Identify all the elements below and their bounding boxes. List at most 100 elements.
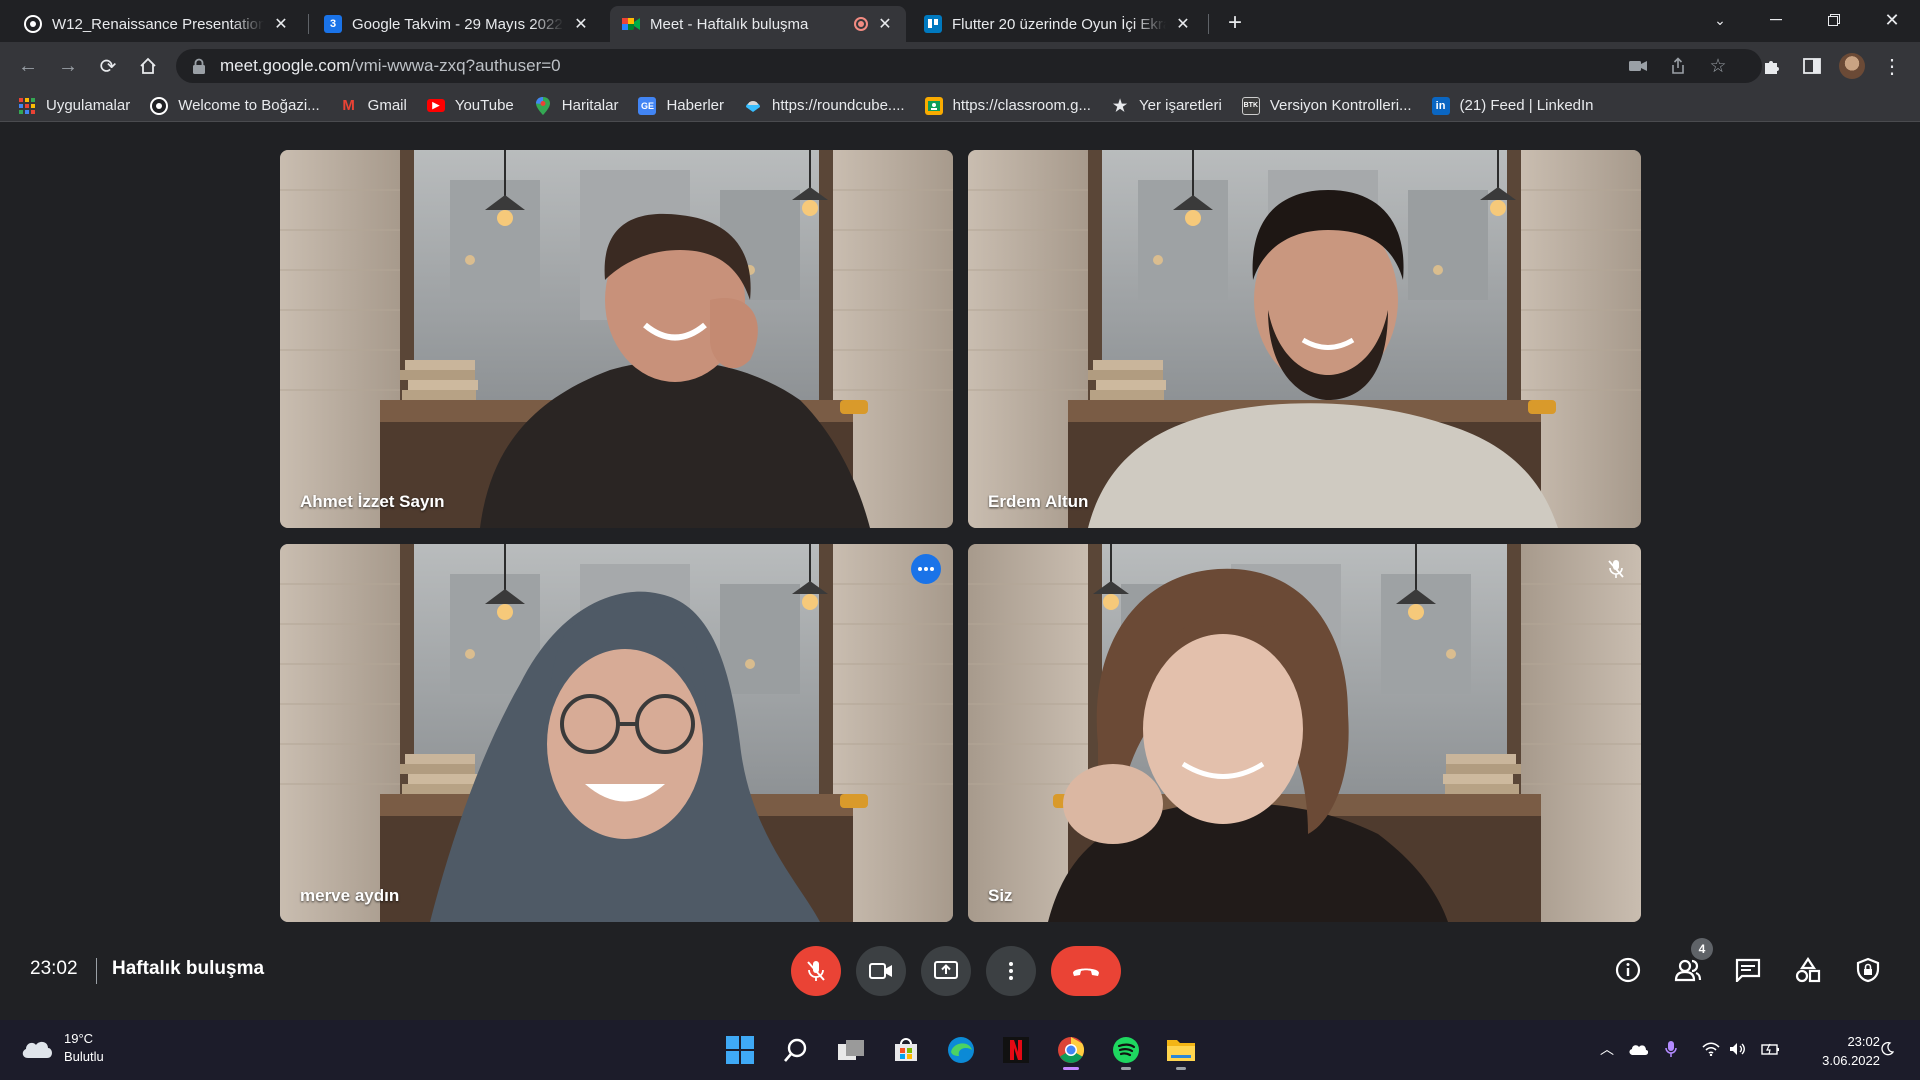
linkedin-icon: in <box>1431 96 1450 115</box>
taskbar-spotify[interactable] <box>1106 1030 1146 1070</box>
close-window-button[interactable]: ✕ <box>1864 0 1920 40</box>
participant-name: Erdem Altun <box>988 492 1089 511</box>
video-feed <box>968 544 1641 922</box>
taskbar-netflix[interactable] <box>996 1030 1036 1070</box>
focus-moon-icon[interactable] <box>1876 1038 1898 1060</box>
close-tab-icon[interactable]: ✕ <box>1174 15 1192 33</box>
tab-search-chevron-icon[interactable]: ⌄ <box>1692 0 1748 40</box>
bookmark-label: Haritalar <box>561 97 619 114</box>
close-tab-icon[interactable]: ✕ <box>572 15 590 33</box>
participant-tile-ahmet[interactable]: Ahmet İzzet Sayın <box>280 150 953 528</box>
google-news-icon: GE <box>638 96 657 115</box>
taskbar-file-explorer[interactable] <box>1161 1030 1201 1070</box>
spotify-icon <box>1113 1037 1139 1063</box>
taskbar-store[interactable] <box>886 1030 926 1070</box>
share-icon[interactable] <box>1668 56 1688 76</box>
shield-lock-icon <box>1856 957 1880 983</box>
bookmark-linkedin[interactable]: in (21) Feed | LinkedIn <box>1431 96 1594 115</box>
tab-title: Flutter 20 üzerinde Oyun İçi Ekran <box>952 15 1166 33</box>
bookmark-versiyon[interactable]: BTK Versiyon Kontrolleri... <box>1241 96 1412 115</box>
host-controls-button[interactable] <box>1848 950 1888 990</box>
url-path: /vmi-wwwa-zxq?authuser=0 <box>350 56 561 75</box>
google-meet-icon <box>622 15 640 33</box>
bookmark-bogazici[interactable]: Welcome to Boğazi... <box>150 96 320 115</box>
mic-off-icon <box>807 961 825 981</box>
minimize-button[interactable] <box>1748 0 1804 40</box>
weather-widget[interactable]: 19°C Bulutlu <box>20 1030 104 1066</box>
people-icon <box>1674 959 1702 982</box>
restore-button[interactable] <box>1806 0 1862 40</box>
star-icon: ★ <box>1112 97 1128 115</box>
chat-button[interactable] <box>1728 950 1768 990</box>
bookmark-apps[interactable]: Uygulamalar <box>18 97 130 115</box>
taskbar-search-button[interactable] <box>776 1030 816 1070</box>
bookmark-label: (21) Feed | LinkedIn <box>1459 97 1594 114</box>
wifi-icon[interactable] <box>1700 1038 1722 1060</box>
bookmark-star-icon[interactable]: ☆ <box>1708 56 1728 77</box>
bookmark-label: YouTube <box>454 97 514 114</box>
new-tab-button[interactable]: + <box>1220 8 1250 38</box>
tab-title: Meet - Haftalık buluşma <box>650 15 809 33</box>
profile-avatar[interactable] <box>1836 50 1868 82</box>
leave-call-button[interactable] <box>1051 946 1121 996</box>
camera-toggle-button[interactable] <box>856 946 906 996</box>
more-options-button[interactable] <box>986 946 1036 996</box>
meeting-details-button[interactable] <box>1608 950 1648 990</box>
taskbar-edge[interactable] <box>941 1030 981 1070</box>
running-indicator <box>1121 1067 1131 1070</box>
microphone-toggle-button[interactable] <box>791 946 841 996</box>
browser-toolbar: ← → ⟳ meet.google.com/vmi-wwwa-zxq?authu… <box>0 42 1920 90</box>
task-view-button[interactable] <box>831 1030 871 1070</box>
google-maps-icon <box>534 96 552 115</box>
participant-tile-self[interactable]: Siz <box>968 544 1641 922</box>
system-clock[interactable]: 23:02 3.06.2022 <box>1796 1032 1880 1070</box>
start-button[interactable] <box>720 1030 760 1070</box>
bookmark-gmail[interactable]: M Gmail <box>340 97 406 115</box>
bookmark-classroom[interactable]: https://classroom.g... <box>924 96 1091 115</box>
participant-count-badge: 4 <box>1691 938 1713 960</box>
address-bar[interactable]: meet.google.com/vmi-wwwa-zxq?authuser=0 … <box>176 49 1762 83</box>
microphone-in-use-icon[interactable] <box>1660 1038 1682 1060</box>
apps-grid-icon <box>18 97 36 115</box>
call-controls-bar: 23:02 Haftalık buluşma 4 <box>0 928 1920 1014</box>
divider <box>96 958 97 984</box>
present-screen-button[interactable] <box>921 946 971 996</box>
tab-trello[interactable]: Flutter 20 üzerinde Oyun İçi Ekran ✕ <box>912 6 1204 42</box>
extensions-puzzle-icon[interactable] <box>1756 50 1788 82</box>
side-panel-icon[interactable] <box>1796 50 1828 82</box>
activities-button[interactable] <box>1788 950 1828 990</box>
browser-menu-icon[interactable]: ⋮ <box>1876 50 1908 82</box>
volume-icon[interactable] <box>1727 1038 1749 1060</box>
info-icon <box>1615 957 1641 983</box>
participant-tile-erdem[interactable]: Erdem Altun <box>968 150 1641 528</box>
back-arrow-icon[interactable]: ← <box>12 50 44 82</box>
bookmark-youtube[interactable]: ▶ YouTube <box>426 97 514 114</box>
system-time: 23:02 <box>1847 1034 1880 1049</box>
close-tab-icon[interactable]: ✕ <box>272 15 290 33</box>
cloud-icon <box>22 1041 52 1058</box>
microsoft-store-icon <box>895 1038 917 1061</box>
forward-arrow-icon[interactable]: → <box>52 50 84 82</box>
reload-icon[interactable]: ⟳ <box>92 50 124 82</box>
camera-in-use-icon[interactable] <box>1628 56 1648 76</box>
bookmark-maps[interactable]: Haritalar <box>534 96 619 115</box>
search-icon <box>784 1038 807 1062</box>
onedrive-cloud-icon[interactable] <box>1627 1038 1649 1060</box>
participant-more-options-button[interactable] <box>911 554 941 584</box>
close-tab-icon[interactable]: ✕ <box>876 15 894 33</box>
bookmark-folder-yer-isaretleri[interactable]: ★ Yer işaretleri <box>1111 97 1222 115</box>
video-feed <box>968 150 1641 528</box>
tab-google-calendar[interactable]: 3 Google Takvim - 29 Mayıs 2022 h ✕ <box>312 6 602 42</box>
home-icon[interactable] <box>132 50 164 82</box>
edge-browser-icon <box>948 1037 974 1063</box>
tab-renaissance[interactable]: W12_Renaissance Presentation_N ✕ <box>12 6 302 42</box>
participant-tile-merve[interactable]: merve aydın <box>280 544 953 922</box>
taskbar-chrome[interactable] <box>1051 1030 1091 1070</box>
task-view-icon <box>838 1040 864 1060</box>
site-icon: BTK <box>1241 96 1260 115</box>
bookmark-roundcube[interactable]: https://roundcube.... <box>744 97 905 115</box>
bookmark-news[interactable]: GE Haberler <box>638 96 724 115</box>
battery-icon[interactable] <box>1760 1038 1782 1060</box>
tab-meet[interactable]: Meet - Haftalık buluşma ✕ <box>610 6 906 42</box>
tray-overflow-chevron-icon[interactable]: ︿ <box>1596 1038 1618 1060</box>
